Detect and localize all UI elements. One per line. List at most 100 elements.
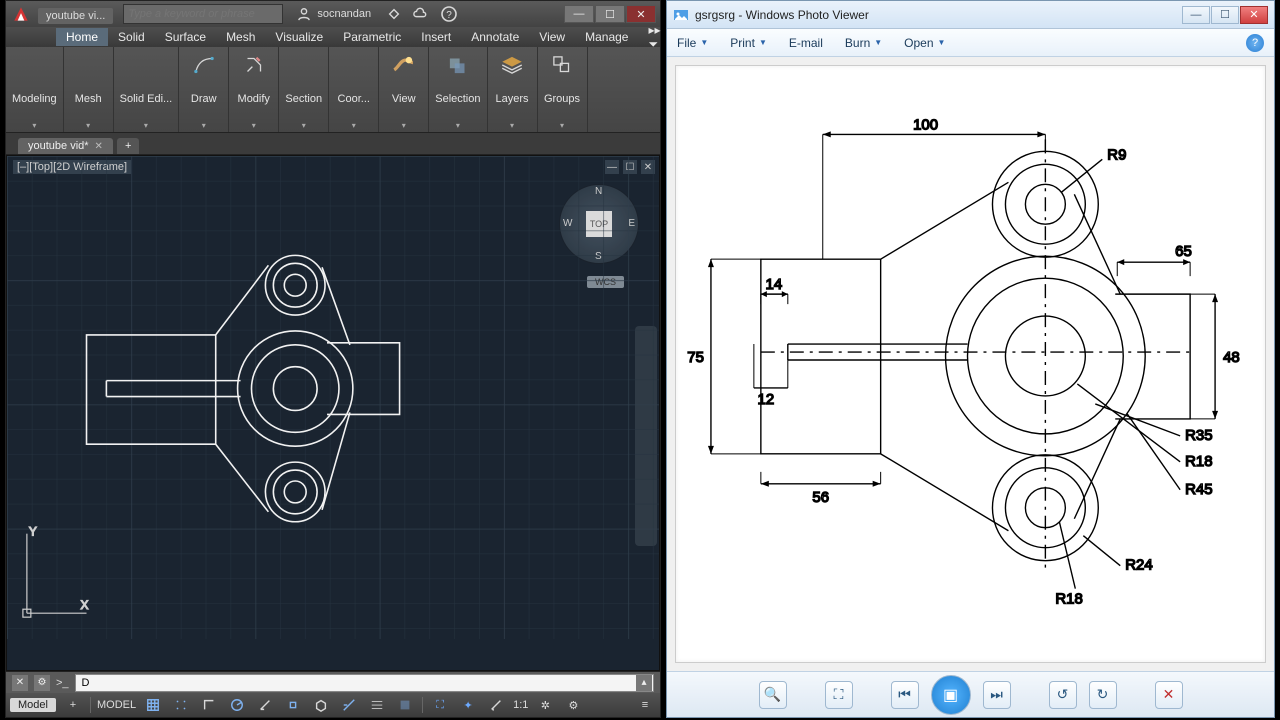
photov-titlebar: gsrgsrg - Windows Photo Viewer — ☐ ✕ xyxy=(667,1,1274,29)
panel-modify[interactable]: Modify▾ xyxy=(229,47,279,132)
photov-menu-email[interactable]: E-mail xyxy=(789,36,823,50)
customize-icon[interactable]: ≡ xyxy=(634,696,656,714)
new-tab-button[interactable]: + xyxy=(117,138,139,154)
panel-groups[interactable]: Groups▾ xyxy=(538,47,588,132)
rotate-ccw-icon[interactable]: ↺ xyxy=(1049,681,1077,709)
autocad-window: youtube vi... socnandan ? — ☐ ✕ Home Sol… xyxy=(5,0,661,718)
rotate-cw-icon[interactable]: ↻ xyxy=(1089,681,1117,709)
panel-solid-editing[interactable]: Solid Edi...▾ xyxy=(114,47,180,132)
zoom-icon[interactable]: 🔍 xyxy=(759,681,787,709)
panel-draw[interactable]: Draw▾ xyxy=(179,47,229,132)
qat-doc-title[interactable]: youtube vi... xyxy=(38,8,113,24)
svg-text:56: 56 xyxy=(812,489,829,506)
photov-minimize-button[interactable]: — xyxy=(1182,6,1210,24)
polar-icon[interactable] xyxy=(226,696,248,714)
photov-window-controls: — ☐ ✕ xyxy=(1182,6,1268,24)
delete-icon[interactable]: ✕ xyxy=(1155,681,1183,709)
menu-manage[interactable]: Manage xyxy=(575,28,638,46)
filter-icon[interactable]: ⛶ xyxy=(429,696,451,714)
svg-text:12: 12 xyxy=(758,391,775,408)
command-input[interactable] xyxy=(75,674,654,692)
exchange-icon[interactable] xyxy=(387,7,401,21)
layers-icon xyxy=(498,51,526,79)
gizmo-icon[interactable]: ✦ xyxy=(457,696,479,714)
svg-text:48: 48 xyxy=(1223,349,1240,366)
autocad-logo-icon[interactable] xyxy=(10,3,32,25)
layout-plus-icon[interactable]: + xyxy=(62,696,84,714)
photov-menubar: File▼ Print▼ E-mail Burn▼ Open▼ ? xyxy=(667,29,1274,57)
annoscale-icon[interactable] xyxy=(485,696,507,714)
panel-layers[interactable]: Layers▾ xyxy=(488,47,538,132)
cmd-history-icon[interactable]: ▴ xyxy=(636,675,652,691)
slideshow-icon[interactable]: ▣ xyxy=(931,675,971,715)
cmd-close-icon[interactable]: ✕ xyxy=(12,675,28,691)
menu-surface[interactable]: Surface xyxy=(155,28,216,46)
scale-label[interactable]: 1:1 xyxy=(513,699,528,711)
draw-icon xyxy=(190,51,218,79)
photov-menu-burn[interactable]: Burn▼ xyxy=(845,36,882,50)
lineweight-icon[interactable] xyxy=(366,696,388,714)
menu-mesh[interactable]: Mesh xyxy=(216,28,265,46)
svg-text:?: ? xyxy=(446,10,452,21)
maximize-button[interactable]: ☐ xyxy=(595,5,625,23)
view-icon xyxy=(390,51,418,79)
user-area[interactable]: socnandan xyxy=(297,7,371,21)
ortho-icon[interactable] xyxy=(198,696,220,714)
prev-icon[interactable]: ⏮ xyxy=(891,681,919,709)
panel-selection[interactable]: Selection▾ xyxy=(429,47,487,132)
isodraft-icon[interactable] xyxy=(254,696,276,714)
svg-text:R18: R18 xyxy=(1185,453,1212,470)
model-tab[interactable]: Model xyxy=(10,698,56,712)
workspace-icon[interactable]: ⚙ xyxy=(562,696,584,714)
photov-help-icon[interactable]: ? xyxy=(1246,34,1264,52)
selection-icon xyxy=(444,51,472,79)
panel-modeling[interactable]: Modeling▾ xyxy=(6,47,64,132)
menu-parametric[interactable]: Parametric xyxy=(333,28,411,46)
help-icon[interactable]: ? xyxy=(441,6,457,22)
username: socnandan xyxy=(317,8,371,20)
3dosnap-icon[interactable] xyxy=(310,696,332,714)
photov-maximize-button[interactable]: ☐ xyxy=(1211,6,1239,24)
settings-icon[interactable]: ✲ xyxy=(534,696,556,714)
minimize-button[interactable]: — xyxy=(564,5,594,23)
svg-text:Y: Y xyxy=(29,525,37,539)
panel-coordinates[interactable]: Coor...▾ xyxy=(329,47,379,132)
panel-section[interactable]: Section▾ xyxy=(279,47,329,132)
cloud-icon[interactable] xyxy=(413,7,427,21)
menu-solid[interactable]: Solid xyxy=(108,28,155,46)
menu-insert[interactable]: Insert xyxy=(411,28,461,46)
drawing-canvas: Y X xyxy=(7,156,659,639)
autocad-menubar: Home Solid Surface Mesh Visualize Parame… xyxy=(6,27,660,47)
status-bar: Model + MODEL ⛶ ✦ 1:1 ✲ ⚙ ≡ xyxy=(6,693,660,717)
photov-close-button[interactable]: ✕ xyxy=(1240,6,1268,24)
photov-menu-open[interactable]: Open▼ xyxy=(904,36,945,50)
status-model-label[interactable]: MODEL xyxy=(97,699,136,711)
document-tab[interactable]: youtube vid*✕ xyxy=(18,138,113,154)
svg-text:65: 65 xyxy=(1175,243,1192,260)
grid-icon[interactable] xyxy=(142,696,164,714)
photov-image-area[interactable]: 100 75 56 14 12 65 xyxy=(675,65,1266,663)
svg-text:R45: R45 xyxy=(1185,481,1212,498)
menu-visualize[interactable]: Visualize xyxy=(265,28,333,46)
cmd-config-icon[interactable]: ⚙ xyxy=(34,675,50,691)
panel-mesh[interactable]: Mesh▾ xyxy=(64,47,114,132)
osnap-icon[interactable] xyxy=(282,696,304,714)
svg-text:X: X xyxy=(81,598,89,612)
search-input[interactable] xyxy=(123,4,283,24)
svg-text:R9: R9 xyxy=(1107,146,1126,163)
photov-app-icon xyxy=(673,7,689,23)
menu-annotate[interactable]: Annotate xyxy=(461,28,529,46)
otrack-icon[interactable] xyxy=(338,696,360,714)
viewport[interactable]: [–][Top][2D Wireframe] — ☐ ✕ N S W E TOP… xyxy=(6,155,660,671)
panel-view[interactable]: View▾ xyxy=(379,47,429,132)
menu-view[interactable]: View xyxy=(529,28,575,46)
close-tab-icon[interactable]: ✕ xyxy=(95,141,103,152)
menu-home[interactable]: Home xyxy=(56,28,108,46)
photov-menu-print[interactable]: Print▼ xyxy=(730,36,767,50)
transparency-icon[interactable] xyxy=(394,696,416,714)
next-icon[interactable]: ⏭ xyxy=(983,681,1011,709)
snap-icon[interactable] xyxy=(170,696,192,714)
fit-icon[interactable]: ⛶ xyxy=(825,681,853,709)
photov-menu-file[interactable]: File▼ xyxy=(677,36,708,50)
svg-text:14: 14 xyxy=(766,276,783,293)
